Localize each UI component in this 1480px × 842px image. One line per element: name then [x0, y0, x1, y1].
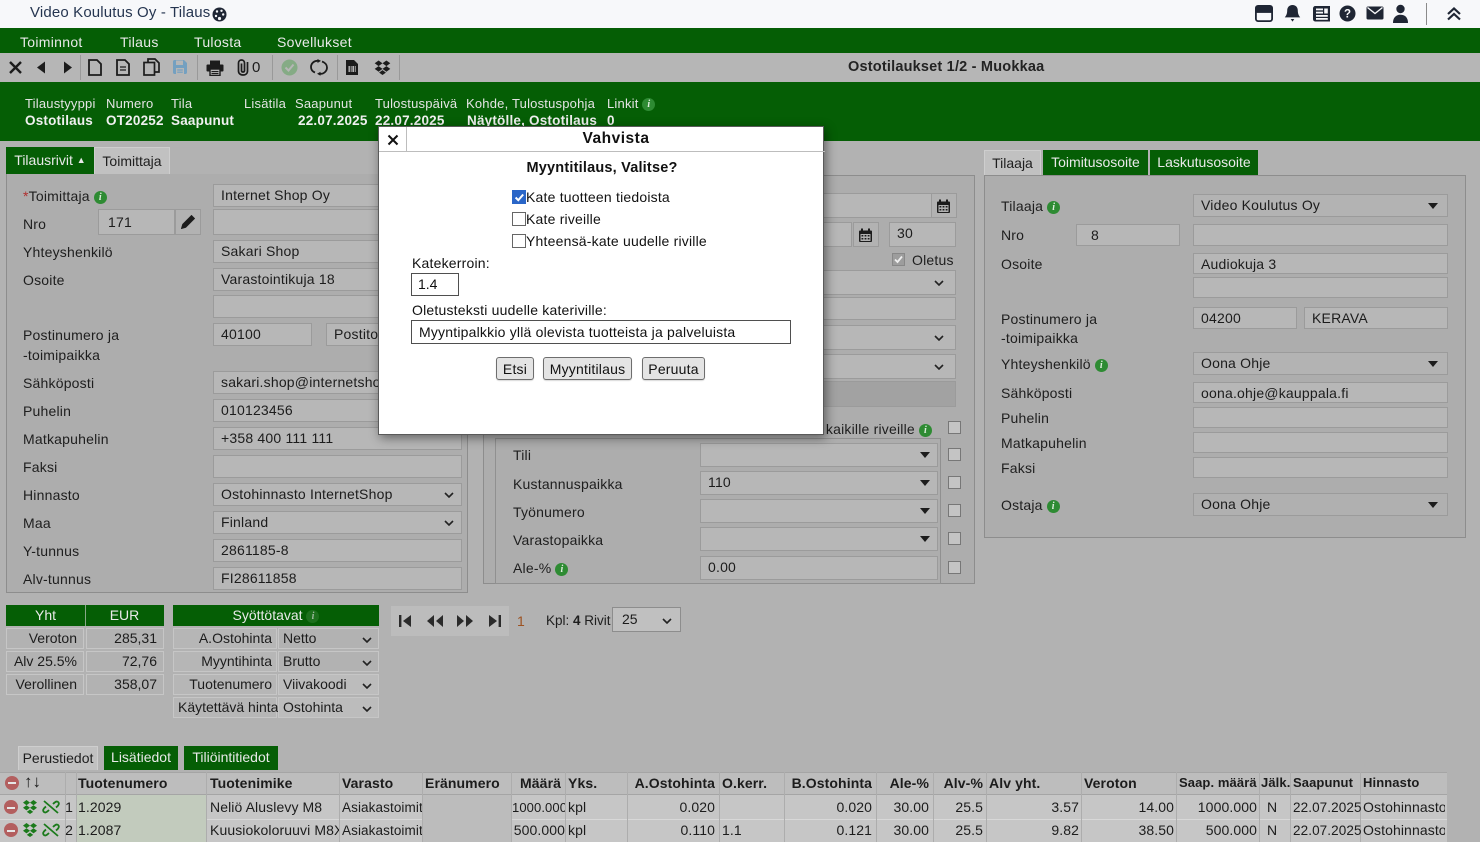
- svg-text:?: ?: [1344, 9, 1351, 21]
